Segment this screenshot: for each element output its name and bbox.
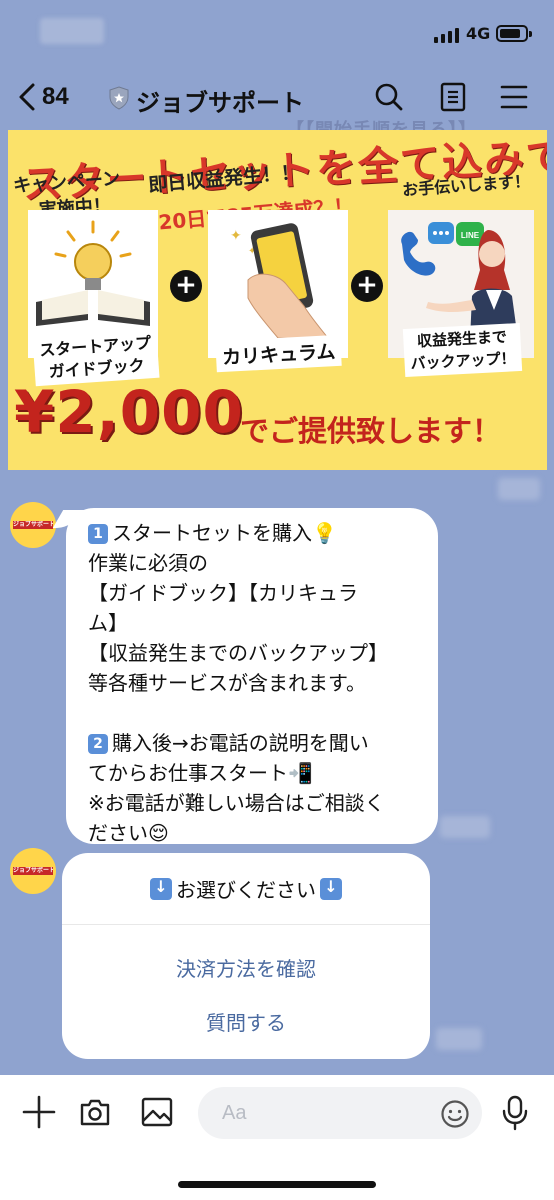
caption-backup: 収益発生まで バックアップ！ xyxy=(402,322,523,378)
message-line-10: ださい😌 xyxy=(88,821,169,845)
message-line: 1 スタートセットを購入💡 xyxy=(88,518,424,548)
message-line: 2 購入後→お電話の説明を聞い xyxy=(88,728,424,758)
menu-icon[interactable] xyxy=(500,82,528,112)
avatar-label: ジョブサポート xyxy=(13,521,53,529)
line-badge-text: LINE xyxy=(461,231,480,240)
blurred-timestamp xyxy=(498,478,540,500)
unread-count: 84 xyxy=(42,83,69,110)
svg-text:✦: ✦ xyxy=(230,228,242,244)
message-bubble[interactable]: 1 スタートセットを購入💡 作業に必須の【ガイドブック】【カリキュラ ム】【収益発生ま… xyxy=(66,508,438,845)
battery-icon xyxy=(496,25,532,42)
banner-price: ¥2,000 xyxy=(14,378,244,446)
blurred-timestamp xyxy=(440,816,490,838)
message-input-bar xyxy=(0,1075,554,1200)
message-line-2: 作業に必須の xyxy=(88,551,208,575)
chat-title: ジョブサポート xyxy=(136,89,304,117)
arrow-down-icon xyxy=(320,877,342,900)
message-line-6: 等各種サービスが含まれます。 xyxy=(88,671,366,695)
chat-header: 【【開始手順を見る】】 84 ジョブサポート xyxy=(0,64,554,141)
search-icon[interactable] xyxy=(374,82,404,112)
image-icon[interactable] xyxy=(140,1095,174,1129)
microphone-icon[interactable] xyxy=(500,1095,530,1131)
caption-backup-line-2: バックアップ！ xyxy=(410,349,516,373)
notes-icon[interactable] xyxy=(440,82,466,112)
plus-icon[interactable] xyxy=(22,1095,56,1129)
message-line-4: ム】 xyxy=(88,611,128,635)
carrier-blur xyxy=(40,18,104,44)
keycap-2-icon: 2 xyxy=(88,734,108,754)
message-line-9: ※お電話が難しい場合はご相談く xyxy=(88,791,385,815)
option-ask-question[interactable]: 質問する xyxy=(62,1007,430,1036)
message-line-8: てからお仕事スタート📲 xyxy=(88,761,313,785)
option-check-payment[interactable]: 決済方法を確認 xyxy=(62,953,430,982)
arrow-down-icon xyxy=(150,877,172,900)
caption-curriculum: カリキュラム xyxy=(215,334,343,373)
camera-icon[interactable] xyxy=(78,1095,112,1129)
avatar[interactable]: ジョブサポート xyxy=(10,848,56,894)
emoji-icon[interactable] xyxy=(440,1099,470,1129)
chevron-left-icon xyxy=(19,83,35,111)
operator-woman-icon: LINE xyxy=(401,222,518,340)
options-title-text: お選びください xyxy=(176,878,316,902)
network-label: 4G xyxy=(466,24,491,43)
avatar[interactable]: ジョブサポート xyxy=(10,502,56,548)
banner-price-tail: でご提供致します！ xyxy=(240,414,502,448)
back-button[interactable]: 84 xyxy=(18,82,69,112)
message-text: 1 スタートセットを購入💡 作業に必須の【ガイドブック】【カリキュラ ム】【収益発生ま… xyxy=(88,518,424,848)
plus-icon-2: + xyxy=(351,270,383,302)
blurred-timestamp xyxy=(436,1028,482,1050)
signal-icon xyxy=(434,28,459,43)
keycap-1-icon: 1 xyxy=(88,524,108,544)
lightbulb-book-icon xyxy=(36,220,150,326)
message-line-5: 【収益発生までのバックアップ】 xyxy=(88,641,388,665)
promo-banner-image[interactable]: スタートセットを全て込みで！！ キャンペーン 実施中！ 即日収益発生！！ 20日… xyxy=(8,130,547,470)
shield-icon xyxy=(109,86,129,110)
message-line-7: 購入後→お電話の説明を聞い xyxy=(112,731,369,755)
options-card: お選びください 決済方法を確認 質問する xyxy=(62,853,430,1059)
avatar-label: ジョブサポート xyxy=(13,867,53,875)
status-bar: 4G xyxy=(0,0,554,64)
message-line-1: スタートセットを購入💡 xyxy=(112,521,337,545)
message-line-3: 【ガイドブック】【カリキュラ xyxy=(88,581,358,605)
plus-icon-1: + xyxy=(170,270,202,302)
home-indicator xyxy=(178,1181,376,1188)
options-title: お選びください xyxy=(62,853,430,925)
smartphone-hand-icon: ✦ ✦ xyxy=(230,223,330,339)
